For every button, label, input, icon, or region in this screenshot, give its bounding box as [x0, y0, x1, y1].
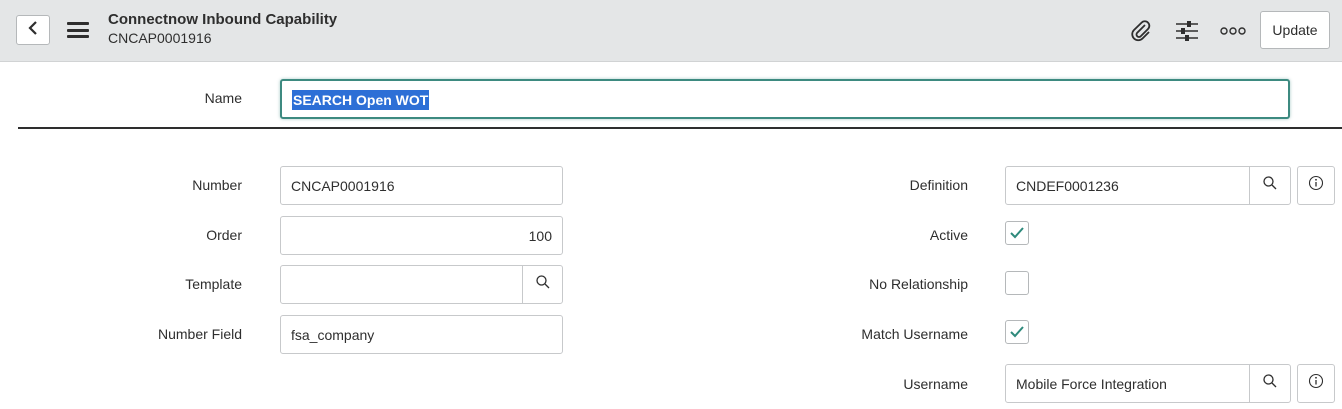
number-field-value: fsa_company [291, 326, 375, 343]
number-field-input[interactable]: fsa_company [280, 315, 563, 354]
search-icon [1262, 175, 1278, 196]
username-value: Mobile Force Integration [1016, 375, 1167, 392]
no-relationship-label: No Relationship [869, 276, 968, 292]
number-value: CNCAP0001916 [291, 177, 395, 194]
page-title: Connectnow Inbound Capability [108, 11, 338, 28]
username-label: Username [903, 376, 968, 392]
more-icon[interactable] [1218, 22, 1248, 40]
number-input[interactable]: CNCAP0001916 [280, 166, 563, 205]
no-relationship-checkbox[interactable] [1005, 271, 1029, 295]
definition-input[interactable]: CNDEF0001236 [1005, 166, 1250, 205]
name-input[interactable]: SEARCH Open WOT [280, 79, 1290, 119]
hamburger-menu-icon[interactable] [67, 22, 89, 38]
username-info-button[interactable] [1297, 364, 1335, 403]
name-label: Name [204, 90, 242, 106]
name-value: SEARCH Open WOT [292, 90, 430, 110]
definition-value: CNDEF0001236 [1016, 177, 1119, 194]
template-input[interactable] [280, 265, 523, 304]
order-value: 100 [528, 227, 552, 244]
match-username-label: Match Username [861, 326, 968, 342]
number-field-label: Number Field [157, 326, 242, 342]
definition-info-button[interactable] [1297, 166, 1335, 205]
active-label: Active [929, 227, 968, 243]
definition-label: Definition [909, 177, 968, 193]
template-label: Template [185, 276, 242, 292]
update-button[interactable]: Update [1260, 11, 1330, 49]
section-divider [18, 127, 1342, 129]
back-icon [27, 20, 39, 41]
template-lookup-button[interactable] [522, 265, 563, 304]
search-icon [535, 274, 551, 295]
number-label: Number [192, 177, 242, 193]
match-username-checkbox[interactable] [1005, 320, 1029, 344]
record-number: CNCAP0001916 [108, 30, 212, 46]
info-icon [1308, 175, 1324, 196]
username-lookup-button[interactable] [1249, 364, 1291, 403]
back-button[interactable] [16, 15, 50, 45]
form-header: Connectnow Inbound Capability CNCAP00019… [0, 0, 1342, 62]
order-input[interactable]: 100 [280, 216, 563, 255]
info-icon [1308, 373, 1324, 394]
definition-lookup-button[interactable] [1249, 166, 1291, 205]
sliders-icon[interactable] [1174, 18, 1200, 44]
search-icon [1262, 373, 1278, 394]
username-input[interactable]: Mobile Force Integration [1005, 364, 1250, 403]
active-checkbox[interactable] [1005, 221, 1029, 245]
paperclip-icon[interactable] [1128, 18, 1154, 44]
order-label: Order [206, 227, 242, 243]
